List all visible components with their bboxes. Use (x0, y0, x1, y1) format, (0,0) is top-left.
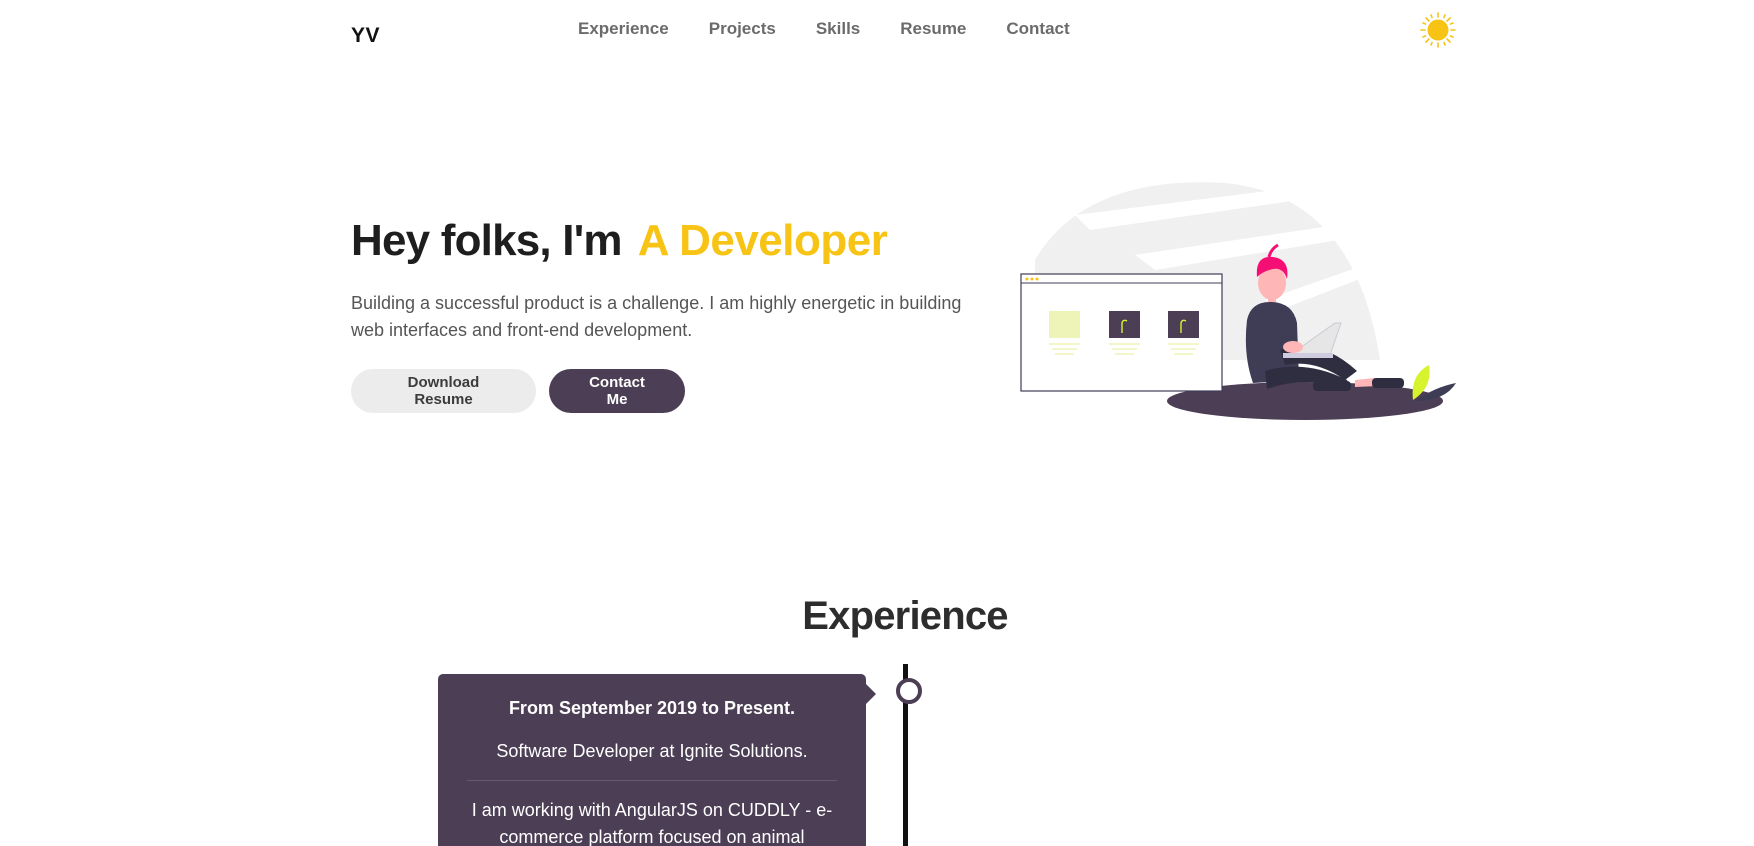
theme-toggle-button[interactable] (1419, 11, 1457, 49)
nav-link-skills[interactable]: Skills (816, 19, 860, 39)
hero-heading: Hey folks, I'm A Developer (351, 216, 888, 266)
nav-link-experience[interactable]: Experience (578, 19, 669, 39)
experience-divider (467, 780, 837, 781)
nav-link-resume[interactable]: Resume (900, 19, 966, 39)
hero-role-typed: A Developer (637, 216, 888, 265)
nav-links: Experience Projects Skills Resume Contac… (578, 19, 1070, 39)
nav-link-projects[interactable]: Projects (709, 19, 776, 39)
developer-illustration (1015, 175, 1465, 425)
nav-link-contact[interactable]: Contact (1006, 19, 1069, 39)
experience-card: From September 2019 to Present. Software… (438, 674, 876, 846)
timeline-dot (896, 678, 922, 704)
hero-description: Building a successful product is a chall… (351, 293, 962, 340)
hero-buttons: Download Resume Contact Me (351, 369, 685, 413)
top-navbar: YV Experience Projects Skills Resume Con… (0, 0, 1754, 70)
download-resume-button[interactable]: Download Resume (351, 369, 536, 413)
hero-greeting: Hey folks, I'm (351, 216, 623, 265)
experience-period: From September 2019 to Present. (508, 698, 796, 718)
experience-role: Software Developer at Ignite Solutions. (496, 741, 808, 761)
experience-description: I am working with AngularJS on CUDDLY - … (471, 800, 833, 846)
contact-me-button[interactable]: Contact Me (549, 369, 685, 413)
site-logo[interactable]: YV (351, 24, 380, 48)
experience-section-title: Experience (802, 594, 1008, 638)
sun-icon (1420, 12, 1456, 48)
